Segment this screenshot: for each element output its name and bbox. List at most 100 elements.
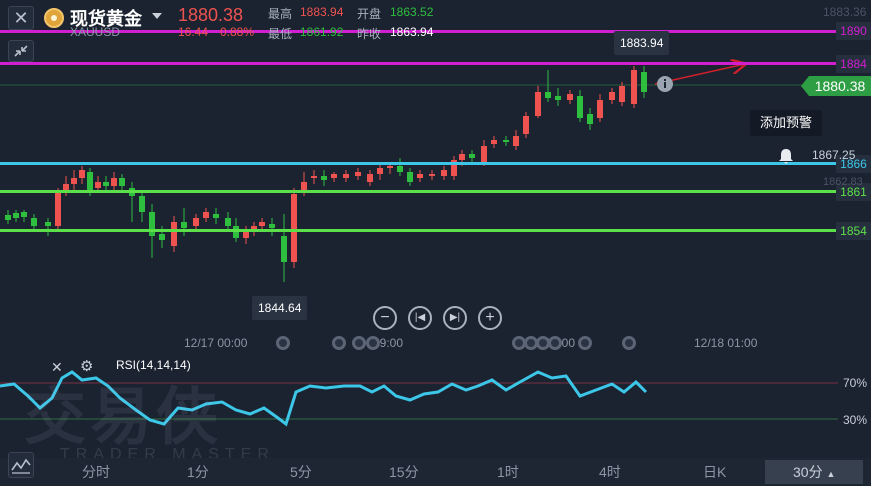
candle-body: [5, 215, 11, 220]
watermark-logo: 交易侠: [24, 383, 223, 452]
tab-4hour[interactable]: 4时: [599, 462, 621, 482]
candle-body: [523, 116, 529, 134]
event-marker[interactable]: [276, 336, 290, 350]
bell-icon[interactable]: [777, 147, 795, 165]
price-change: 16.44: [178, 25, 209, 39]
event-marker[interactable]: [352, 336, 366, 350]
zoom-in-button[interactable]: +: [478, 306, 502, 330]
event-marker[interactable]: [366, 336, 380, 350]
candle-body: [459, 154, 465, 160]
candle-body: [355, 172, 361, 176]
last-price: 1880.38: [178, 5, 244, 25]
chevron-down-icon[interactable]: [152, 13, 162, 19]
next-icon: ▶|: [449, 312, 461, 323]
candle-body: [609, 92, 615, 100]
low-label: 最低: [268, 27, 293, 41]
wave-icon: [11, 458, 31, 474]
candle-body: [417, 174, 423, 178]
candle-body: [45, 222, 51, 226]
add-alert-button[interactable]: 添加预警: [750, 110, 822, 136]
tab-30min[interactable]: 30分 ▲: [765, 460, 864, 484]
candle-body: [95, 182, 101, 188]
settings-icon: ⚙: [80, 358, 94, 375]
line-1854[interactable]: [0, 229, 871, 232]
candle-body: [103, 182, 109, 186]
event-marker[interactable]: [578, 336, 592, 350]
candle-body: [171, 222, 177, 246]
event-marker[interactable]: [548, 336, 562, 350]
line-1884[interactable]: [0, 62, 871, 65]
shrink-icon: [14, 45, 28, 57]
candle-body: [377, 168, 383, 174]
tab-1hour[interactable]: 1时: [497, 462, 519, 482]
next-page-button[interactable]: ▶|: [443, 306, 467, 330]
open-value: 1863.52: [390, 5, 434, 19]
prev-icon: |◀: [414, 312, 426, 323]
candle-body: [21, 212, 27, 217]
price-change-pct: 0.88%: [220, 25, 255, 39]
time-tick: 12/17 00:00: [184, 336, 248, 350]
candle-body: [87, 172, 93, 190]
wave-button[interactable]: [8, 452, 34, 478]
close-button[interactable]: ✕: [8, 6, 34, 30]
close-rsi-button[interactable]: ✕: [51, 359, 63, 376]
candle-body: [407, 172, 413, 182]
candle-body: [387, 166, 393, 168]
rsi-settings-button[interactable]: ⚙: [80, 357, 93, 375]
prev-page-button[interactable]: |◀: [408, 306, 432, 330]
line-1861[interactable]: [0, 190, 871, 193]
tab-15min[interactable]: 15分: [389, 462, 419, 482]
candle-body: [311, 176, 317, 178]
candle-body: [31, 218, 37, 226]
tab-5min[interactable]: 5分: [290, 462, 312, 482]
candle-body: [619, 86, 625, 102]
candle-body: [597, 100, 603, 118]
tab-1min[interactable]: 1分: [187, 462, 209, 482]
candle-body: [535, 92, 541, 116]
candle-body: [203, 212, 209, 218]
candle-body: [331, 174, 337, 178]
chart-screen: 交易侠 TRADER MASTER 1890 1884 1866 1861 18…: [0, 0, 871, 486]
tab-daily[interactable]: 日K: [703, 462, 726, 482]
event-marker[interactable]: [332, 336, 346, 350]
candle-body: [13, 213, 19, 218]
current-price-tag: 1880.38: [801, 76, 871, 96]
candle-body: [545, 92, 551, 98]
symbol-code: XAUUSD: [70, 25, 121, 39]
candle-body: [79, 170, 85, 178]
tab-timeshare[interactable]: 分时: [82, 462, 110, 482]
line-label-1854: 1854: [836, 222, 871, 240]
zoom-out-button[interactable]: −: [373, 306, 397, 330]
candle-body: [193, 218, 199, 226]
candle-body: [281, 236, 287, 262]
high-label: 最高: [268, 7, 293, 21]
close-icon: ✕: [13, 8, 29, 28]
high-value: 1883.94: [300, 5, 344, 19]
open-label: 开盘: [357, 7, 382, 21]
candle-body: [321, 176, 327, 180]
candles-group: [5, 66, 647, 282]
event-marker[interactable]: [622, 336, 636, 350]
candle-body: [213, 214, 219, 218]
rsi-lower-label: 30%: [842, 413, 867, 427]
shrink-button[interactable]: [8, 40, 34, 62]
candle-body: [111, 178, 117, 186]
candle-body: [159, 234, 165, 240]
corner-axis-value: 1883.36: [823, 5, 867, 19]
line-1866[interactable]: [0, 162, 871, 165]
candle-body: [55, 192, 61, 226]
candle-body: [367, 174, 373, 182]
line-label-1884: 1884: [836, 55, 871, 73]
candle-body: [503, 140, 509, 142]
rsi-label: RSI(14,14,14): [116, 358, 191, 372]
tab-30min-label: 30分: [793, 464, 823, 480]
candle-body: [441, 170, 447, 176]
candle-body: [343, 174, 349, 178]
close-icon: ✕: [51, 359, 63, 375]
period-tabs: 分时 1分 5分 15分 1时 4时 日K 30分 ▲: [0, 458, 871, 486]
candle-body: [555, 96, 561, 100]
candle-body: [233, 226, 239, 238]
low-value: 1861.92: [300, 25, 344, 39]
info-icon[interactable]: [656, 75, 674, 93]
zoom-out-icon: −: [380, 309, 390, 326]
